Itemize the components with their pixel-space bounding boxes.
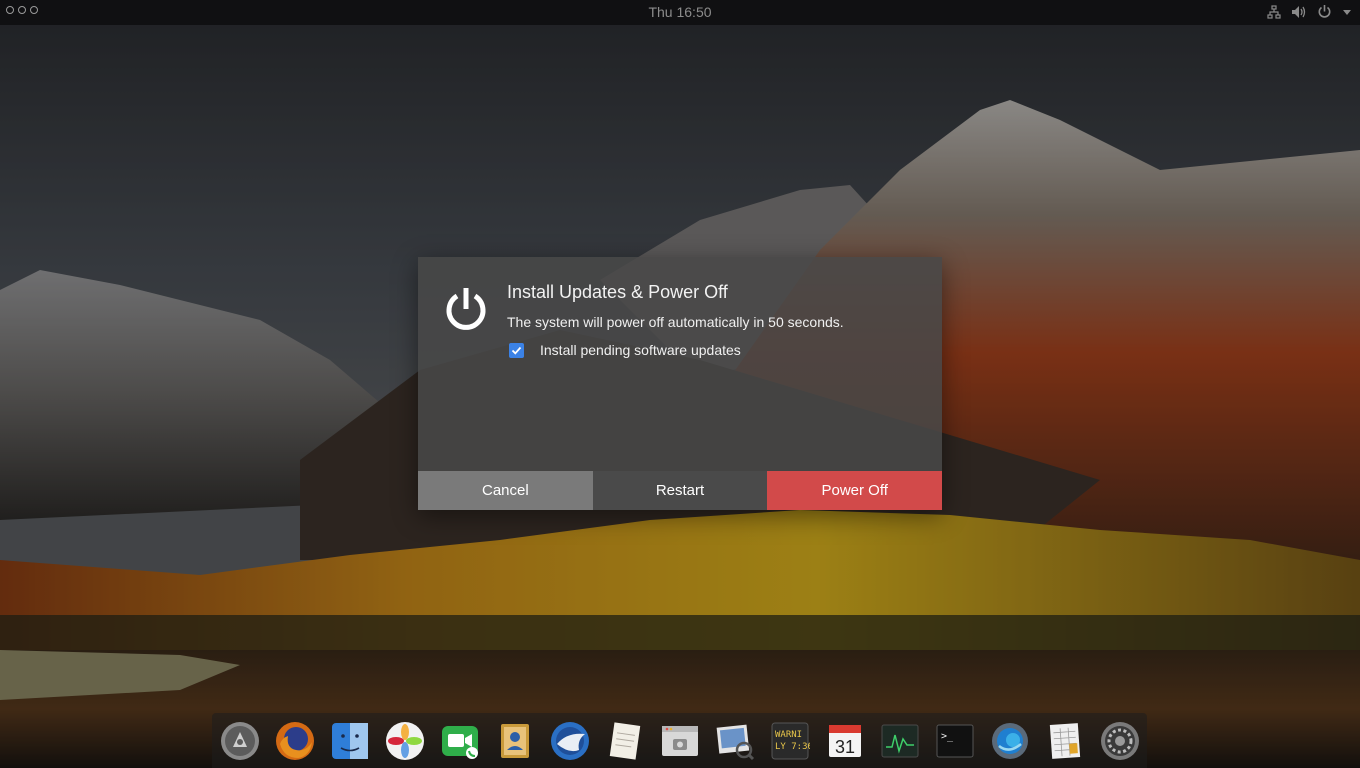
contacts-icon[interactable] xyxy=(493,719,537,763)
checkmark-icon xyxy=(511,346,522,355)
thunderbird-icon[interactable] xyxy=(548,719,592,763)
activity-monitor-icon[interactable] xyxy=(878,719,922,763)
status-area[interactable] xyxy=(1267,4,1352,19)
preview-icon[interactable] xyxy=(713,719,757,763)
restart-button[interactable]: Restart xyxy=(592,471,768,510)
install-updates-option[interactable]: Install pending software updates xyxy=(509,342,741,358)
power-icon xyxy=(1318,5,1331,18)
terminal-prompt: >_ xyxy=(941,731,954,742)
console-text-line2: LY 7:36 xyxy=(775,742,810,752)
clock[interactable]: Thu 16:50 xyxy=(0,4,1360,20)
photos-icon[interactable] xyxy=(383,719,427,763)
browser-icon[interactable] xyxy=(988,719,1032,763)
dock: WARNI LY 7:36 31 >_ xyxy=(212,713,1147,768)
system-preferences-icon[interactable] xyxy=(1098,719,1142,763)
network-icon xyxy=(1267,4,1281,19)
dialog-title: Install Updates & Power Off xyxy=(507,282,728,302)
calendar-icon[interactable]: 31 xyxy=(823,719,867,763)
dialog-message: The system will power off automatically … xyxy=(507,314,844,330)
power-off-dialog: Install Updates & Power Off The system w… xyxy=(418,257,943,510)
power-icon xyxy=(446,288,486,330)
console-text-line1: WARNI xyxy=(775,730,802,740)
facetime-icon[interactable] xyxy=(438,719,482,763)
spreadsheet-icon[interactable] xyxy=(1043,719,1087,763)
top-bar: Thu 16:50 xyxy=(0,0,1360,25)
calendar-day-number: 31 xyxy=(835,737,855,757)
terminal-icon[interactable]: >_ xyxy=(933,719,977,763)
screenshot-icon[interactable] xyxy=(658,719,702,763)
install-updates-label[interactable]: Install pending software updates xyxy=(540,342,741,358)
firefox-icon[interactable] xyxy=(273,719,317,763)
finder-icon[interactable] xyxy=(328,719,372,763)
dropdown-arrow-icon xyxy=(1343,9,1351,15)
notes-icon[interactable] xyxy=(603,719,647,763)
desktop: Thu 16:50 Install Updates & Power Off Th… xyxy=(0,0,1360,768)
launchpad-icon[interactable] xyxy=(218,719,262,763)
power-off-button[interactable]: Power Off xyxy=(767,471,943,510)
cancel-button[interactable]: Cancel xyxy=(418,471,593,510)
dialog-button-row: Cancel Restart Power Off xyxy=(418,471,943,510)
volume-icon xyxy=(1292,5,1306,18)
console-icon[interactable]: WARNI LY 7:36 xyxy=(768,719,812,763)
install-updates-checkbox[interactable] xyxy=(509,342,524,358)
